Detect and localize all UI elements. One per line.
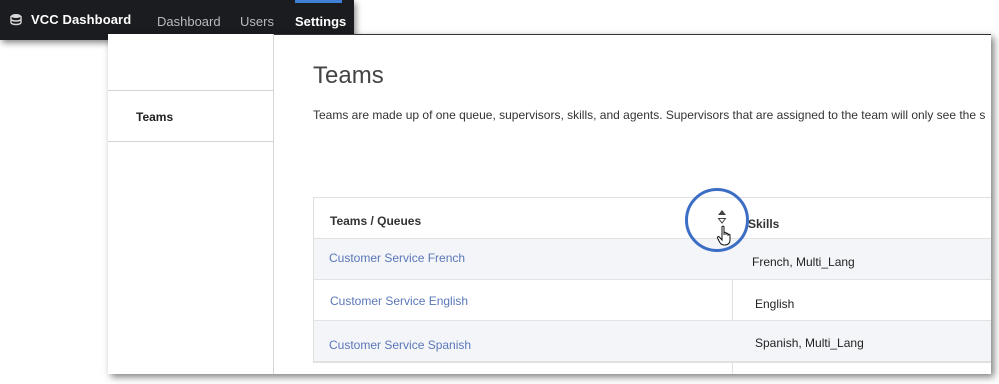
column-header-teams-queues[interactable]: Teams / Queues [330,214,421,228]
database-icon [10,13,22,25]
team-link[interactable]: Customer Service French [329,251,465,265]
skills-cell: French, Multi_Lang [752,255,855,269]
nav-settings[interactable]: Settings [295,14,346,29]
settings-panel: Teams Teams Teams are made up of one que… [108,34,991,374]
divider [108,90,273,91]
hand-cursor-icon [716,225,731,246]
nav-dashboard[interactable]: Dashboard [157,14,221,29]
table-header: Teams / Queues Skills [314,198,991,239]
team-link[interactable]: Customer Service Spanish [329,338,471,352]
skills-cell: English [755,297,795,311]
table-row[interactable]: Customer Service Spanish Spanish, Multi_… [314,321,991,362]
active-nav-indicator [295,0,342,3]
brand-title: VCC Dashboard [31,12,132,27]
settings-sidebar: Teams [108,34,274,374]
page-description: Teams are made up of one queue, supervis… [313,108,986,122]
page-title: Teams [313,62,384,89]
team-link[interactable]: Customer Service English [330,294,468,308]
skills-cell: Spanish, Multi_Lang [755,336,864,350]
sidebar-item-teams[interactable]: Teams [136,110,173,124]
nav-users[interactable]: Users [240,14,274,29]
table-row[interactable]: Customer Service English English [314,280,991,321]
divider [108,141,273,142]
table-row[interactable]: Customer Service French French, Multi_La… [314,239,991,280]
column-header-skills[interactable]: Skills [748,217,779,231]
divider [273,34,991,35]
brand[interactable]: VCC Dashboard [9,12,131,27]
teams-table: Teams / Queues Skills Customer Service F… [313,197,991,374]
